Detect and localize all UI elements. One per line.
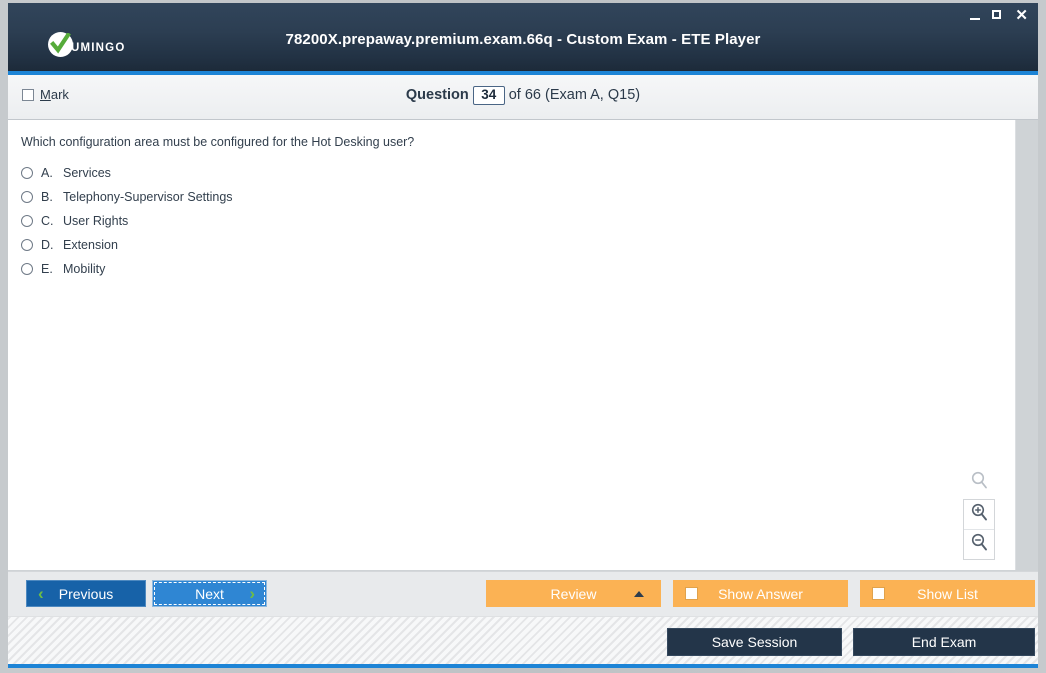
option-text-b: Telephony-Supervisor Settings [63,190,233,204]
review-button-label: Review [550,585,597,602]
show-answer-checkbox-icon[interactable] [685,587,698,600]
title-bar[interactable]: UMINGO 78200X.prepaway.premium.exam.66q … [8,3,1038,75]
show-answer-button-label: Show Answer [718,585,803,602]
answer-option-a[interactable]: A. Services [21,161,1005,185]
option-letter-b: B. [41,190,53,204]
show-answer-button[interactable]: Show Answer [673,580,848,607]
question-content-area: Which configuration area must be configu… [8,120,1016,570]
radio-icon-b[interactable] [21,191,33,203]
radio-icon-c[interactable] [21,215,33,227]
save-session-label: Save Session [711,634,798,650]
magnifier-icon [970,471,989,495]
option-text-c: User Rights [63,214,129,228]
option-text-e: Mobility [63,262,106,276]
minimize-icon[interactable] [970,9,981,22]
navigation-toolbar: ‹ Previous Next › Review Show Answer Sho… [8,571,1038,616]
review-button[interactable]: Review [486,580,661,607]
answer-options-list: A. Services B. Telephony-Supervisor Sett… [21,161,1005,281]
option-letter-c: C. [41,214,54,228]
end-exam-label: End Exam [911,634,977,650]
close-icon[interactable]: ✕ [1015,8,1028,23]
zoom-out-button[interactable] [964,529,994,559]
chevron-up-icon [634,590,644,597]
option-text-d: Extension [63,238,118,252]
show-list-button-label: Show List [917,585,978,602]
option-letter-e: E. [41,262,53,276]
zoom-out-icon [970,533,989,557]
question-header-bar: Mark Question 34 of 66 (Exam A, Q15) [8,75,1038,120]
question-text: Which configuration area must be configu… [21,135,415,149]
window-title: 78200X.prepaway.premium.exam.66q - Custo… [285,31,761,48]
question-number-input[interactable]: 34 [472,86,505,105]
answer-option-e[interactable]: E. Mobility [21,257,1005,281]
option-letter-d: D. [41,238,54,252]
question-counter-label: Question [405,87,469,103]
question-counter-rest: of 66 (Exam A, Q15) [508,87,641,103]
chevron-right-icon: › [249,584,255,603]
radio-icon-d[interactable] [21,239,33,251]
end-exam-button[interactable]: End Exam [853,628,1035,656]
maximize-icon[interactable] [992,9,1004,22]
show-list-button[interactable]: Show List [860,580,1035,607]
answer-option-d[interactable]: D. Extension [21,233,1005,257]
zoom-controls [963,469,995,560]
option-letter-a: A. [41,166,53,180]
ete-player-window: UMINGO 78200X.prepaway.premium.exam.66q … [0,0,1046,673]
next-button[interactable]: Next › [152,580,267,607]
question-counter: Question 34 of 66 (Exam A, Q15) [8,86,1038,105]
zoom-in-button[interactable] [964,500,994,529]
radio-icon-e[interactable] [21,263,33,275]
zoom-button-group [963,499,995,560]
window-controls: ✕ [970,8,1028,23]
answer-option-c[interactable]: C. User Rights [21,209,1005,233]
option-text-a: Services [63,166,111,180]
chevron-left-icon: ‹ [38,584,44,603]
answer-option-b[interactable]: B. Telephony-Supervisor Settings [21,185,1005,209]
next-button-label: Next [195,585,224,602]
save-session-button[interactable]: Save Session [667,628,842,656]
zoom-reset-button[interactable] [963,469,995,497]
show-list-checkbox-icon[interactable] [872,587,885,600]
previous-button-label: Previous [58,585,114,602]
radio-icon-a[interactable] [21,167,33,179]
previous-button[interactable]: ‹ Previous [26,580,146,607]
status-bar: Save Session End Exam [8,616,1038,668]
zoom-in-icon [970,503,989,527]
